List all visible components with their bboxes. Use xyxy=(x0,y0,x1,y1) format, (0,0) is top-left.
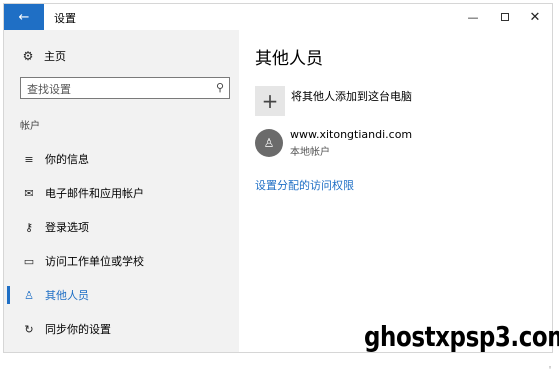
user-entry[interactable]: ♙ www.xitongtiandi.com 本地帐户 xyxy=(255,128,412,158)
sidebar-item-other-people[interactable]: ♙ 其他人员 xyxy=(4,281,239,309)
search-box: ⚲ xyxy=(20,77,230,100)
corner-mark: ◦ xyxy=(548,364,553,372)
sidebar: ⚙ 主页 ⚲ 帐户 ≡ 你的信息 ✉ 电子邮件和应用帐户 ⚷ 登录选项 ▭ 访问… xyxy=(4,30,239,352)
sync-icon: ↻ xyxy=(24,322,34,336)
window-title: 设置 xyxy=(54,12,76,25)
back-button[interactable]: ← xyxy=(4,4,44,30)
person-icon: ♙ xyxy=(24,288,34,302)
main-content: 其他人员 + 将其他人添加到这台电脑 ♙ www.xitongtiandi.co… xyxy=(239,30,552,352)
minimize-button[interactable]: — xyxy=(456,4,490,30)
person-icon: ♙ xyxy=(263,136,275,150)
user-name: www.xitongtiandi.com xyxy=(290,128,413,141)
sidebar-item-label: 电子邮件和应用帐户 xyxy=(45,187,144,200)
home-label: 主页 xyxy=(44,50,66,63)
close-icon: ✕ xyxy=(529,9,541,25)
close-button[interactable]: ✕ xyxy=(518,4,552,30)
add-person-button[interactable]: + 将其他人添加到这台电脑 xyxy=(255,86,412,116)
active-indicator xyxy=(7,286,10,304)
sidebar-item-home[interactable]: ⚙ 主页 xyxy=(20,48,66,64)
sidebar-item-sync[interactable]: ↻ 同步你的设置 xyxy=(4,315,239,343)
settings-window: ← 设置 — ✕ ⚙ 主页 ⚲ 帐户 ≡ 你的信息 ✉ 电子邮件和应用帐户 xyxy=(3,3,553,353)
search-icon[interactable]: ⚲ xyxy=(216,81,224,94)
sidebar-item-label: 同步你的设置 xyxy=(45,323,111,336)
assigned-access-link[interactable]: 设置分配的访问权限 xyxy=(255,177,354,193)
search-input[interactable] xyxy=(21,79,201,100)
arrow-left-icon: ← xyxy=(18,9,30,25)
plus-icon: + xyxy=(255,86,285,116)
avatar: ♙ xyxy=(255,129,283,157)
sidebar-item-sign-in[interactable]: ⚷ 登录选项 xyxy=(4,213,239,241)
sidebar-item-label: 登录选项 xyxy=(45,221,89,234)
maximize-icon xyxy=(501,13,509,21)
gear-icon: ⚙ xyxy=(22,49,34,63)
watermark: ghostxpsp3.com xyxy=(364,320,559,353)
person-card-icon: ≡ xyxy=(24,152,34,166)
title-bar: ← 设置 — ✕ xyxy=(4,4,552,30)
minimize-icon: — xyxy=(467,10,479,24)
mail-icon: ✉ xyxy=(24,186,34,200)
add-person-label: 将其他人添加到这台电脑 xyxy=(291,90,412,103)
briefcase-icon: ▭ xyxy=(23,254,35,268)
sidebar-item-label: 访问工作单位或学校 xyxy=(45,255,144,268)
sidebar-item-email[interactable]: ✉ 电子邮件和应用帐户 xyxy=(4,179,239,207)
sidebar-item-label: 其他人员 xyxy=(45,289,89,302)
user-account-type: 本地帐户 xyxy=(290,147,330,158)
sidebar-item-label: 你的信息 xyxy=(45,153,89,166)
section-label: 帐户 xyxy=(20,121,40,132)
user-text: www.xitongtiandi.com 本地帐户 xyxy=(290,128,412,158)
sidebar-item-work[interactable]: ▭ 访问工作单位或学校 xyxy=(4,247,239,275)
maximize-button[interactable] xyxy=(488,4,522,30)
sidebar-item-your-info[interactable]: ≡ 你的信息 xyxy=(4,145,239,173)
key-icon: ⚷ xyxy=(24,220,34,234)
page-title: 其他人员 xyxy=(255,49,323,69)
